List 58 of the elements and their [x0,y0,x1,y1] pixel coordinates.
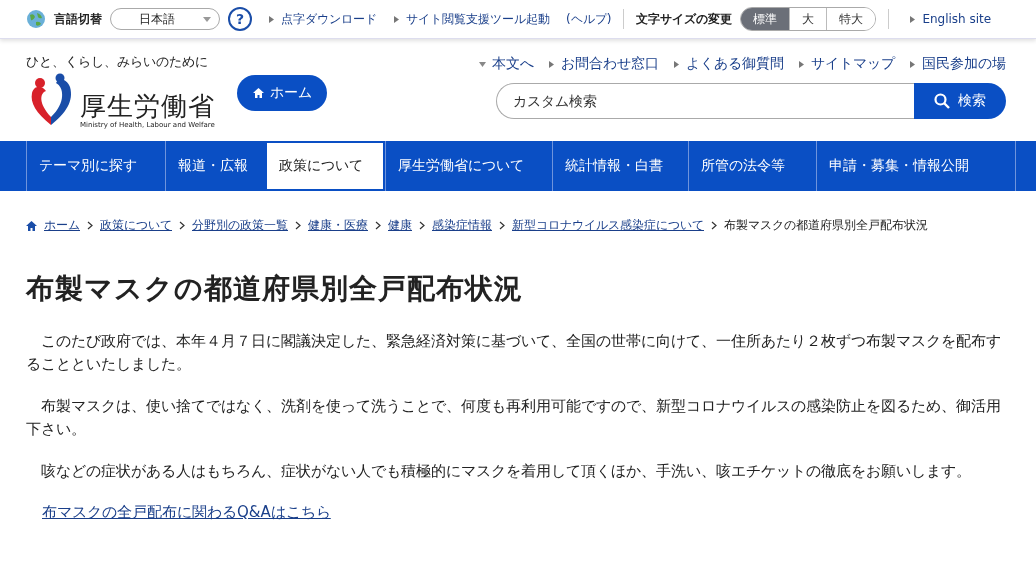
nav-tab[interactable]: 厚生労働省について [385,141,552,191]
triangle-icon [548,59,555,69]
utility-link[interactable]: サイト閲覧支援ツール起動 [406,10,550,28]
nav-tab[interactable]: テーマ別に探す [26,141,165,191]
breadcrumb-link[interactable]: 健康・医療 [308,217,368,234]
home-button[interactable]: ホーム [237,75,327,111]
header-link[interactable]: 国民参加の場 [922,55,1006,73]
breadcrumb-link[interactable]: 健康 [388,217,412,234]
home-icon [252,88,264,98]
help-button[interactable]: ? [228,7,252,31]
triangle-icon [909,59,916,69]
chevron-icon [179,221,185,230]
triangle-icon [673,59,680,69]
chevron-icon [499,221,505,230]
breadcrumb-link[interactable]: ホーム [44,217,80,234]
breadcrumb-current: 布製マスクの都道府県別全戸配布状況 [724,217,928,234]
tagline: ひと、くらし、みらいのために [26,53,209,71]
breadcrumb-link[interactable]: 新型コロナウイルス感染症について [512,217,704,234]
header-link[interactable]: よくある御質問 [686,55,784,73]
paragraph: このたび政府では、本年４月７日に閣議決定した、緊急経済対策に基づいて、全国の世帯に向けて、一住所あたり２枚ずつ布製マスクを配布することといたしました。 [26,332,1002,374]
breadcrumb-link[interactable]: 分野別の政策一覧 [192,217,288,234]
chevron-icon [375,221,381,230]
faq-link[interactable]: 布マスクの全戸配布に関わるQ&Aはこちら [42,503,331,522]
header-link[interactable]: サイトマップ [811,55,895,73]
paragraph: 咳などの症状がある人はもちろん、症状がない人でも積極的にマスクを着用して頂くほか、手洗い、咳エチケットの徹底をお願いします。 [40,462,972,481]
header-link[interactable]: 本文へ [492,55,534,73]
chevron-icon [295,221,301,230]
chevron-icon [419,221,425,230]
nav-tab[interactable]: 申請・募集・情報公開 [816,141,1016,191]
language-label: 言語切替 [54,10,102,28]
utility-link[interactable]: 点字ダウンロード [281,10,377,28]
paragraph: 布製マスクは、使い捨てではなく、洗剤を使って洗うことで、何度も再利用可能ですので、新型コロナウイルスの感染防止を図るため、御活用下さい。 [26,397,1002,439]
header-link[interactable]: お問合わせ窓口 [561,55,659,73]
breadcrumb-link[interactable]: 政策について [100,217,172,234]
logo-name: 厚生労働省 [80,91,215,121]
globe-icon [26,9,46,29]
triangle-icon [909,14,917,24]
text-size-label: 文字サイズの変更 [636,10,733,28]
home-icon [26,220,37,231]
page-title: 布製マスクの都道府県別全戸配布状況 [26,271,524,307]
chevron-icon [711,221,717,230]
triangle-icon [393,14,400,24]
english-site-link[interactable]: English site [922,12,992,26]
nav-tab[interactable]: 政策について [265,141,385,191]
search-button[interactable]: 検索 [914,83,1006,119]
breadcrumb-link[interactable]: 感染症情報 [432,217,492,234]
chevron-icon [87,221,93,230]
caret-icon [203,16,211,22]
text-size-button[interactable]: 標準 [741,8,790,30]
help-link[interactable]: (ヘルプ) [566,10,612,28]
caret-icon [479,61,486,67]
search-icon [934,93,950,109]
search-field[interactable]: カスタム検索 [496,83,914,119]
text-size-button[interactable]: 特大 [826,8,876,30]
triangle-icon [268,14,275,24]
nav-tab[interactable]: 統計情報・白書 [552,141,688,191]
triangle-icon [798,59,805,69]
nav-tab[interactable]: 所管の法令等 [688,141,816,191]
